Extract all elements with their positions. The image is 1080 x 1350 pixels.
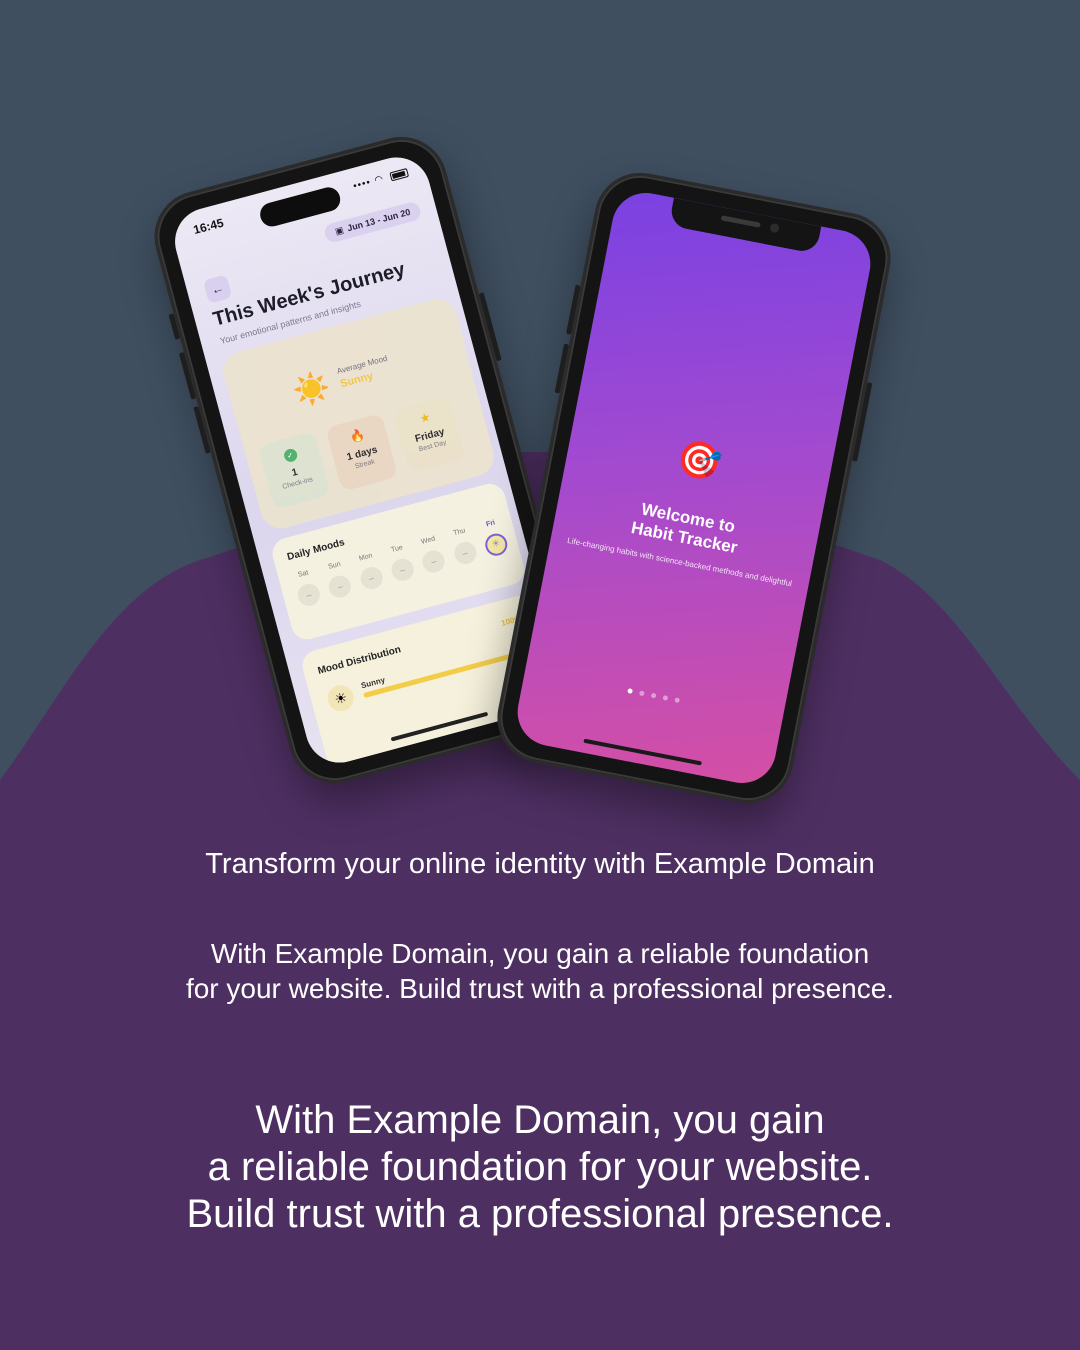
day-column[interactable]: Wed –: [415, 534, 449, 576]
paragraph-large-line: With Example Domain, you gain: [255, 1098, 825, 1142]
day-mood-dot: –: [389, 556, 417, 584]
day-label: Mon: [358, 552, 374, 563]
calendar-icon: ▣: [333, 224, 345, 237]
day-label: Fri: [485, 519, 496, 529]
day-column[interactable]: Sun –: [321, 559, 355, 601]
signal-icon: ••••: [352, 176, 373, 193]
arrow-left-icon: ←: [209, 279, 226, 298]
page-dot[interactable]: [638, 690, 645, 697]
sun-icon: ☀: [482, 531, 510, 559]
stat-streak: 🔥 1 days Streak: [325, 412, 399, 492]
date-range: Jun 13 - Jun 20: [346, 206, 412, 234]
stat-checkins: ✓ 1 Check-ins: [257, 431, 331, 510]
promo-canvas: 16:45 •••• ◠ ▣Jun 13 - Jun 20 ← This Wee…: [0, 0, 1080, 1350]
day-mood-dot: –: [451, 539, 479, 567]
status-icons: •••• ◠: [352, 167, 410, 193]
check-circle-icon: ✓: [282, 447, 299, 464]
home-indicator[interactable]: [583, 738, 702, 766]
day-mood-dot: –: [326, 573, 354, 600]
phone-notch: [668, 197, 822, 254]
mood-distribution-title: Mood Distribution: [316, 644, 403, 677]
day-label: Sat: [297, 569, 310, 579]
back-button[interactable]: ←: [202, 274, 233, 304]
wifi-icon: ◠: [373, 173, 386, 187]
stat-best-day: ★ Friday Best Day: [392, 394, 466, 474]
page-dot[interactable]: [674, 697, 681, 704]
page-dot[interactable]: [662, 694, 669, 701]
day-label: Tue: [390, 544, 404, 554]
battery-icon: [389, 167, 410, 182]
sun-icon: ☀️: [289, 368, 334, 411]
day-label: Sun: [327, 560, 342, 571]
paragraph-large: With Example Domain, you gain a reliable…: [0, 1097, 1080, 1238]
paragraph-small: With Example Domain, you gain a reliable…: [0, 936, 1080, 1006]
day-label: Wed: [420, 535, 437, 546]
day-mood-dot: –: [420, 547, 448, 575]
headline: Transform your online identity with Exam…: [205, 848, 875, 880]
page-dot[interactable]: [650, 692, 657, 699]
day-mood-dot: –: [295, 581, 323, 609]
speaker-grille: [720, 215, 761, 228]
sun-icon: ☀: [324, 682, 357, 715]
status-time: 16:45: [191, 215, 226, 238]
day-column[interactable]: Thu –: [446, 526, 480, 568]
paragraph-small-line: With Example Domain, you gain a reliable…: [210, 938, 870, 969]
dynamic-island: [257, 184, 343, 230]
day-label: Thu: [452, 527, 467, 538]
target-dart-icon: 🎯: [673, 435, 726, 485]
day-mood-dot: –: [357, 564, 385, 592]
daily-moods-title: Daily Moods: [286, 537, 346, 563]
paragraph-large-line: a reliable foundation for your website.: [207, 1145, 873, 1189]
day-column-today[interactable]: Fri ☀: [477, 517, 511, 559]
day-column[interactable]: Tue –: [384, 542, 418, 584]
page-indicator[interactable]: [627, 688, 681, 704]
front-camera: [769, 222, 780, 234]
day-column[interactable]: Mon –: [352, 551, 386, 593]
paragraph-large-line: Build trust with a professional presence…: [186, 1192, 894, 1236]
date-range-pill[interactable]: ▣Jun 13 - Jun 20: [323, 200, 423, 244]
day-columns: Sat – Sun – Mon – Tue – Wed – Thu – Fri ☀: [290, 517, 512, 609]
page-dot-active[interactable]: [627, 688, 634, 694]
day-column[interactable]: Sat –: [290, 567, 324, 609]
paragraph-small-line: for your website. Build trust with a pro…: [185, 973, 895, 1004]
